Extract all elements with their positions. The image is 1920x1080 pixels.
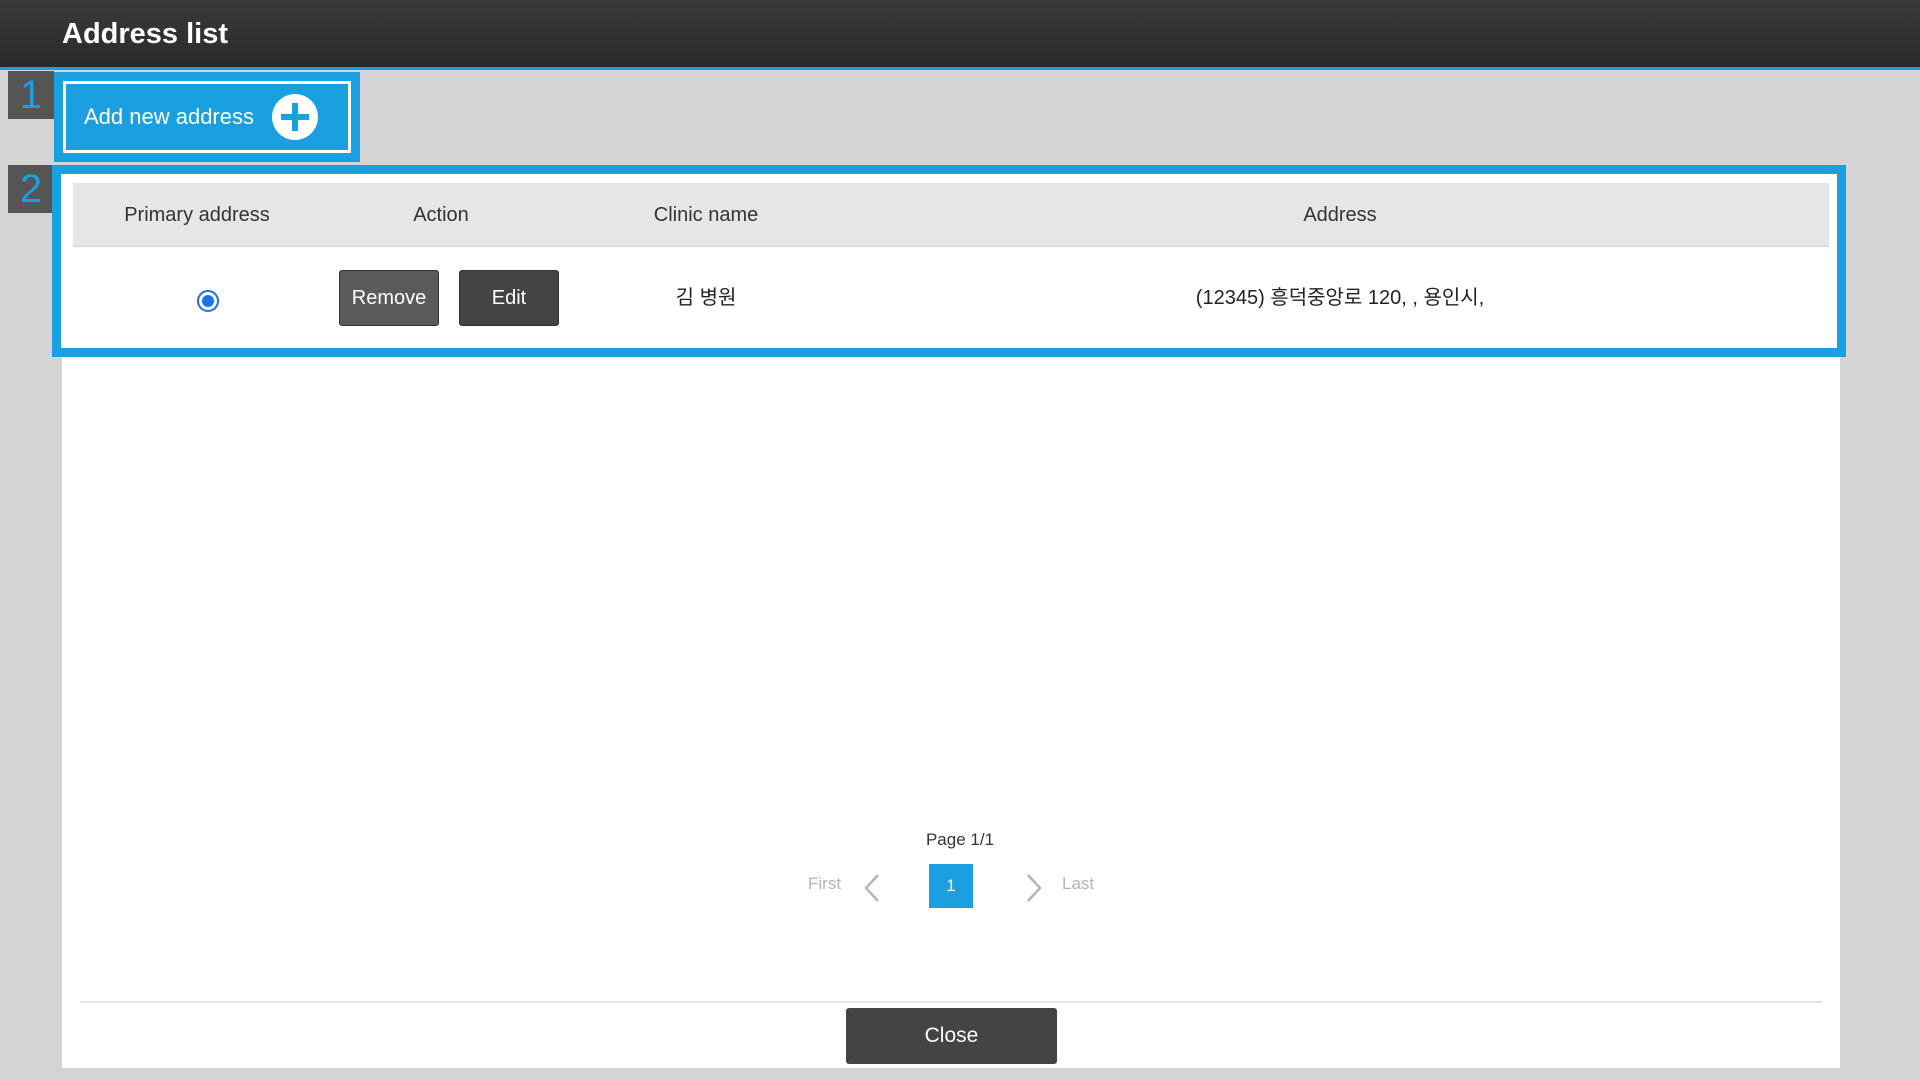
callout-marker-1: 1 bbox=[8, 71, 54, 119]
callout-marker-2: 2 bbox=[8, 165, 54, 213]
footer-divider bbox=[80, 1001, 1822, 1003]
remove-button[interactable]: Remove bbox=[339, 270, 439, 326]
page-title: Address list bbox=[62, 18, 228, 50]
header-primary-address: Primary address bbox=[124, 204, 270, 226]
address-table: Primary address Action Clinic name Addre… bbox=[52, 165, 1846, 357]
clinic-name-cell: 김 병원 bbox=[675, 287, 737, 309]
last-page-link[interactable]: Last bbox=[1062, 874, 1094, 894]
close-button[interactable]: Close bbox=[846, 1008, 1057, 1064]
table-row: Remove Edit 김 병원 (12345) 흥덕중앙로 120, , 용인… bbox=[73, 248, 1829, 348]
page-indicator: Page 1/1 bbox=[925, 830, 995, 849]
plus-circle-icon bbox=[272, 94, 318, 140]
content-panel bbox=[62, 354, 1840, 1068]
header-clinic-name: Clinic name bbox=[653, 204, 759, 226]
chevron-right-icon[interactable] bbox=[1018, 872, 1048, 904]
header-address: Address bbox=[1303, 204, 1377, 226]
chevron-left-icon[interactable] bbox=[858, 872, 888, 904]
title-bar: Address list bbox=[0, 0, 1920, 70]
address-cell: (12345) 흥덕중앙로 120, , 용인시, bbox=[1195, 287, 1485, 309]
add-address-highlight: Add new address bbox=[54, 72, 360, 162]
header-action: Action bbox=[413, 204, 469, 226]
page-number-current[interactable]: 1 bbox=[929, 864, 973, 908]
table-header-row: Primary address Action Clinic name Addre… bbox=[73, 183, 1829, 247]
add-new-address-label: Add new address bbox=[84, 104, 254, 129]
edit-button[interactable]: Edit bbox=[459, 270, 559, 326]
add-new-address-button[interactable]: Add new address bbox=[63, 81, 351, 153]
first-page-link[interactable]: First bbox=[808, 874, 841, 894]
primary-address-radio[interactable] bbox=[197, 290, 219, 312]
